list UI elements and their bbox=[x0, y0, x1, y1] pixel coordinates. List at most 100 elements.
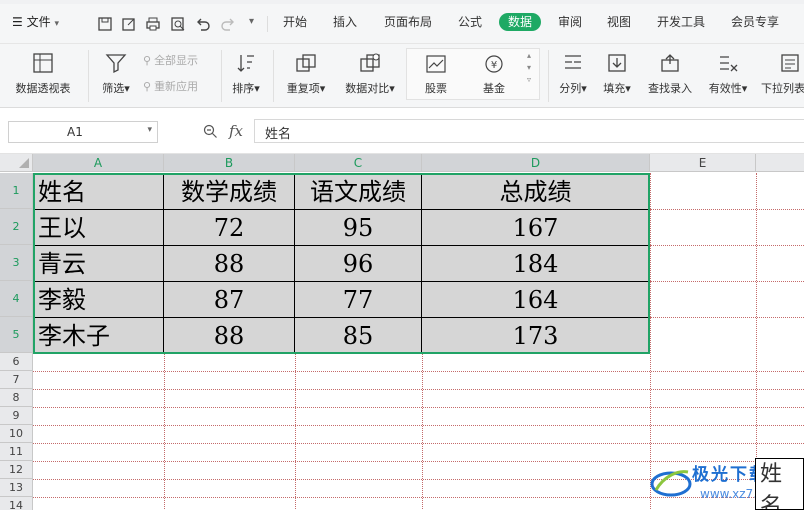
tab-formulas[interactable]: 公式 bbox=[458, 13, 482, 31]
row-header-8[interactable]: 8 bbox=[0, 389, 33, 407]
row-header-9[interactable]: 9 bbox=[0, 407, 33, 425]
ribbon-divider bbox=[88, 50, 89, 102]
sort-icon bbox=[237, 55, 254, 72]
data-compare-button[interactable]: 数据对比▾ bbox=[340, 52, 400, 96]
show-all-label: 全部显示 bbox=[154, 54, 199, 67]
gallery-scroll[interactable]: ▴ ▾ ▿ bbox=[527, 50, 531, 86]
tab-insert[interactable]: 插入 bbox=[333, 13, 357, 31]
tab-review[interactable]: 审阅 bbox=[558, 13, 582, 31]
data-compare-label: 数据对比▾ bbox=[345, 82, 395, 95]
grid-line bbox=[650, 317, 804, 318]
tab-view[interactable]: 视图 bbox=[607, 13, 631, 31]
funds-label: 基金 bbox=[483, 82, 505, 95]
dropdown-list-button[interactable]: 下拉列表 bbox=[761, 52, 804, 96]
row-header-14[interactable]: 14 bbox=[0, 497, 33, 510]
tab-home[interactable]: 开始 bbox=[283, 13, 307, 31]
column-header-e[interactable]: E bbox=[650, 154, 756, 172]
tab-member[interactable]: 会员专享 bbox=[731, 13, 779, 31]
aurora-logo-icon bbox=[650, 470, 692, 497]
column-header-a[interactable]: A bbox=[33, 154, 164, 172]
grid-line bbox=[33, 407, 804, 408]
zoom-icon[interactable] bbox=[203, 124, 218, 139]
grid-line bbox=[33, 371, 804, 372]
funnel-clear-icon: ⚲ bbox=[143, 53, 152, 67]
fill-down-icon bbox=[608, 54, 626, 72]
duplicates-label: 重复项▾ bbox=[286, 82, 326, 95]
corner-triangle-icon bbox=[19, 158, 29, 168]
fx-icon[interactable]: fx bbox=[229, 122, 243, 140]
row-header-6[interactable]: 6 bbox=[0, 353, 33, 371]
name-box[interactable]: A1 ▾ bbox=[8, 121, 158, 143]
row-header-4[interactable]: 4 bbox=[0, 281, 33, 317]
chevron-down-icon: ▾ bbox=[54, 19, 59, 29]
ribbon-divider bbox=[548, 50, 549, 102]
stocks-button[interactable]: 股票 bbox=[416, 54, 456, 96]
chevron-down-icon: ▾ bbox=[147, 125, 152, 135]
pivot-table-icon bbox=[33, 53, 53, 73]
export-icon[interactable] bbox=[121, 16, 137, 32]
grid-line bbox=[164, 353, 165, 510]
tab-developer[interactable]: 开发工具 bbox=[657, 13, 705, 31]
grid-line bbox=[295, 353, 296, 510]
duplicates-icon bbox=[296, 54, 316, 72]
reapply-button[interactable]: ⚲ 重新应用 bbox=[143, 78, 198, 94]
pivot-table-label: 数据透视表 bbox=[15, 82, 71, 95]
formula-input[interactable]: 姓名 bbox=[254, 119, 804, 143]
compare-icon bbox=[360, 53, 380, 72]
file-menu[interactable]: ☰ 文件 ▾ bbox=[12, 12, 59, 34]
undo-icon[interactable] bbox=[195, 16, 211, 32]
save-icon[interactable] bbox=[97, 16, 113, 32]
duplicates-button[interactable]: 重复项▾ bbox=[282, 52, 330, 96]
overlapping-window-preview: 姓名 bbox=[755, 458, 804, 510]
quick-access-more-icon[interactable]: ▾ bbox=[249, 12, 254, 32]
ribbon: 数据透视表 筛选▾ ⚲ 全部显示 ⚲ 重新应用 排序▾ 重复项▾ 数据对比▾ 股… bbox=[0, 44, 804, 108]
lookup-entry-icon bbox=[661, 54, 679, 72]
column-header-b[interactable]: B bbox=[164, 154, 295, 172]
show-all-button[interactable]: ⚲ 全部显示 bbox=[143, 52, 198, 68]
grid-line bbox=[33, 389, 804, 390]
row-header-3[interactable]: 3 bbox=[0, 245, 33, 281]
row-header-7[interactable]: 7 bbox=[0, 371, 33, 389]
dropdown-list-label: 下拉列表 bbox=[761, 82, 804, 95]
split-columns-button[interactable]: 分列▾ bbox=[555, 52, 591, 96]
row-header-2[interactable]: 2 bbox=[0, 209, 33, 245]
column-header-d[interactable]: D bbox=[422, 154, 650, 172]
redo-icon[interactable] bbox=[220, 16, 236, 32]
row-header-5[interactable]: 5 bbox=[0, 317, 33, 353]
yen-coin-icon: ¥ bbox=[485, 55, 503, 73]
row-header-11[interactable]: 11 bbox=[0, 443, 33, 461]
sort-label: 排序▾ bbox=[232, 82, 260, 95]
column-header-f[interactable] bbox=[756, 154, 804, 172]
ribbon-divider bbox=[273, 50, 274, 102]
grid-line bbox=[650, 209, 804, 210]
lookup-entry-button[interactable]: 查找录入 bbox=[645, 52, 695, 96]
selection-range bbox=[33, 173, 650, 354]
tab-data[interactable]: 数据 bbox=[499, 13, 542, 31]
row-header-1[interactable]: 1 bbox=[0, 173, 33, 209]
fill-button[interactable]: 填充▾ bbox=[599, 52, 635, 96]
pivot-table-button[interactable]: 数据透视表 bbox=[12, 52, 74, 96]
toolbar-divider bbox=[267, 16, 268, 32]
hamburger-icon: ☰ bbox=[12, 15, 23, 29]
split-columns-icon bbox=[565, 55, 581, 69]
funds-button[interactable]: ¥ 基金 bbox=[474, 54, 514, 96]
filter-button[interactable]: 筛选▾ bbox=[96, 52, 136, 96]
stocks-label: 股票 bbox=[425, 82, 447, 95]
reapply-icon: ⚲ bbox=[143, 79, 152, 93]
row-header-13[interactable]: 13 bbox=[0, 479, 33, 497]
grid-line bbox=[33, 443, 804, 444]
grid-line bbox=[33, 425, 804, 426]
grid-line bbox=[650, 281, 804, 282]
sort-button[interactable]: 排序▾ bbox=[228, 52, 264, 96]
print-icon[interactable] bbox=[145, 16, 161, 32]
validity-button[interactable]: 有效性▾ bbox=[704, 52, 752, 96]
select-all-corner[interactable] bbox=[0, 154, 33, 172]
print-preview-icon[interactable] bbox=[170, 16, 186, 32]
validity-icon bbox=[720, 56, 738, 72]
column-header-c[interactable]: C bbox=[295, 154, 422, 172]
row-header-10[interactable]: 10 bbox=[0, 425, 33, 443]
grid-line bbox=[650, 245, 804, 246]
row-header-12[interactable]: 12 bbox=[0, 461, 33, 479]
filter-label: 筛选▾ bbox=[102, 82, 130, 95]
tab-page-layout[interactable]: 页面布局 bbox=[384, 13, 432, 31]
